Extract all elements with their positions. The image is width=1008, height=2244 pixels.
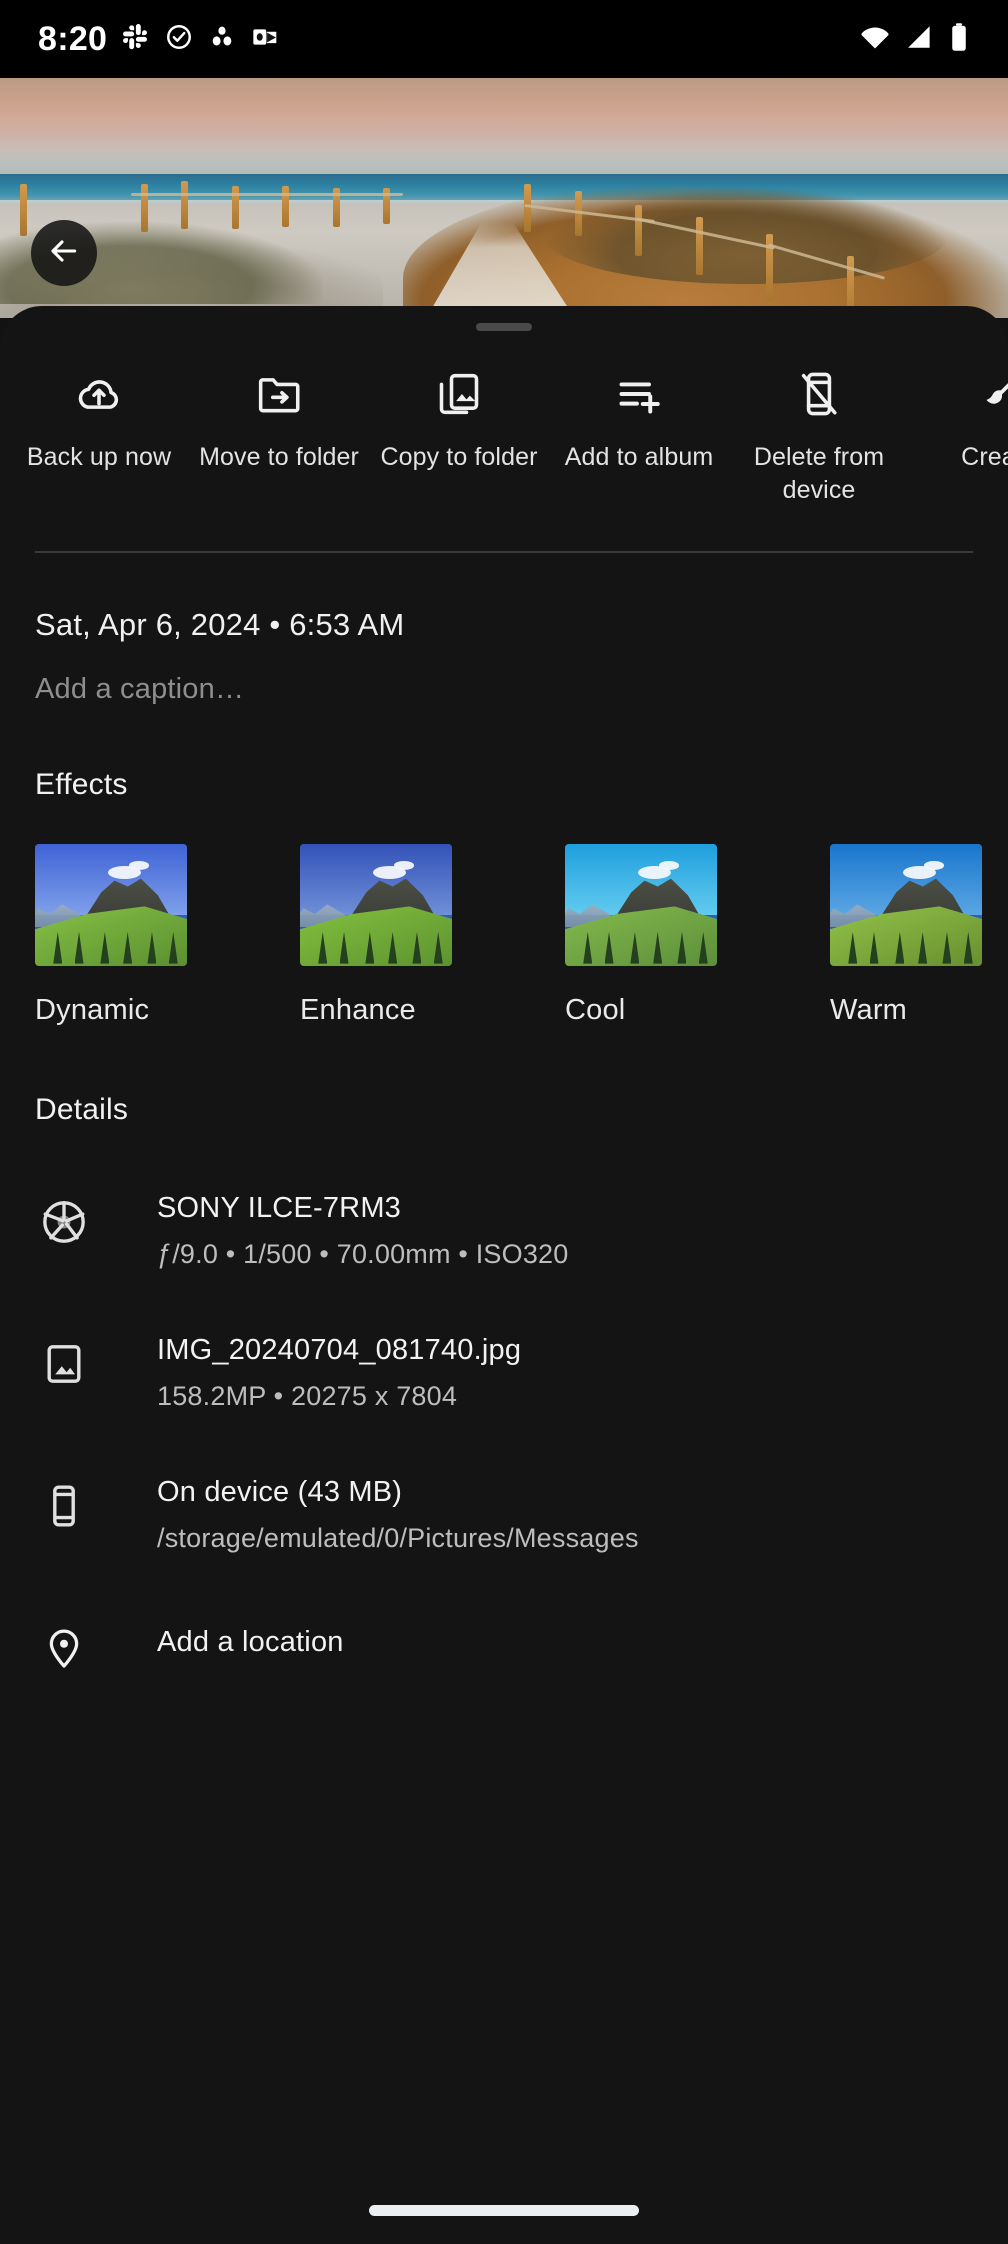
photo-hero[interactable] (0, 78, 1008, 318)
detail-secondary: /storage/emulated/0/Pictures/Messages (157, 1523, 639, 1553)
effect-thumbnail[interactable] (300, 844, 452, 966)
effect-label: Dynamic (35, 994, 150, 1026)
detail-text: On device (43 MB) /storage/emulated/0/Pi… (157, 1473, 639, 1557)
effect-thumbnail[interactable] (830, 844, 982, 966)
action-create[interactable]: Create (909, 367, 1008, 474)
action-label: Move to folder (199, 443, 359, 471)
cloud-upload-icon (74, 367, 124, 421)
image-icon (35, 1335, 93, 1393)
tasks-dots-icon (208, 23, 236, 56)
back-button[interactable] (31, 220, 97, 286)
action-back-up-now[interactable]: Back up now (9, 367, 189, 474)
action-label: Add to album (564, 443, 714, 471)
status-bar-right (860, 22, 970, 57)
status-bar-left: 8:20 (38, 20, 279, 59)
detail-row-file[interactable]: IMG_20240704_081740.jpg 158.2MP • 20275 … (0, 1331, 1008, 1415)
detail-row-location[interactable]: Add a location (0, 1615, 1008, 1677)
magic-brush-icon (974, 367, 1008, 421)
detail-primary: SONY ILCE-7RM3 (157, 1192, 402, 1224)
section-divider (35, 551, 973, 553)
detail-text: Add a location (157, 1623, 344, 1661)
copy-photo-icon (434, 367, 484, 421)
slack-icon (122, 23, 150, 56)
thumb-cloud (659, 861, 679, 870)
action-delete-from-device[interactable]: Delete from device (729, 367, 909, 507)
thumb-cloud (129, 861, 149, 870)
effect-thumbnail[interactable] (35, 844, 187, 966)
action-move-to-folder[interactable]: Move to folder (189, 367, 369, 474)
effect-thumbnail[interactable] (565, 844, 717, 966)
action-label: Back up now (26, 443, 172, 471)
status-bar-clock: 8:20 (38, 19, 108, 58)
cellular-signal-icon (904, 22, 934, 57)
action-label: Copy to folder (380, 443, 538, 471)
photo-details-sheet: Back up now Move to folder Copy to folde… (0, 306, 1008, 2244)
detail-primary: Add a location (157, 1626, 344, 1658)
details-section-title: Details (35, 1093, 129, 1126)
detail-secondary: ƒ/9.0 • 1/500 • 70.00mm • ISO320 (157, 1239, 569, 1269)
home-gesture-bar[interactable] (369, 2204, 639, 2216)
check-circle-icon (165, 23, 193, 56)
app-root: 8:20 Back up now Move to folder Copy to … (0, 0, 1008, 2244)
detail-text: SONY ILCE-7RM3 ƒ/9.0 • 1/500 • 70.00mm •… (157, 1189, 569, 1273)
aperture-icon (35, 1193, 93, 1251)
effect-dynamic[interactable]: Dynamic (35, 844, 300, 1027)
action-label: Delete from device (753, 443, 885, 504)
effect-cool[interactable]: Cool (565, 844, 830, 1027)
system-navigation-bar (0, 2176, 1008, 2244)
photo-date-time: Sat, Apr 6, 2024 • 6:53 AM (35, 607, 405, 642)
action-label: Create (961, 443, 1008, 471)
detail-secondary: 158.2MP • 20275 x 7804 (157, 1381, 458, 1411)
location-pin-icon (35, 1619, 93, 1677)
photo-preview-image (0, 78, 1008, 318)
outlook-icon (251, 23, 279, 56)
sheet-drag-handle[interactable] (476, 323, 532, 331)
phone-icon (35, 1477, 93, 1535)
action-add-to-album[interactable]: Add to album (549, 367, 729, 474)
effects-section-title: Effects (35, 768, 128, 801)
detail-row-camera[interactable]: SONY ILCE-7RM3 ƒ/9.0 • 1/500 • 70.00mm •… (0, 1189, 1008, 1273)
effect-warm[interactable]: Warm (830, 844, 1008, 1027)
hero-vignette (0, 78, 1008, 318)
phone-delete-icon (794, 367, 844, 421)
back-arrow-icon (47, 234, 81, 273)
thumb-cloud (924, 861, 944, 870)
detail-primary: IMG_20240704_081740.jpg (157, 1334, 522, 1366)
detail-row-storage[interactable]: On device (43 MB) /storage/emulated/0/Pi… (0, 1473, 1008, 1557)
detail-text: IMG_20240704_081740.jpg 158.2MP • 20275 … (157, 1331, 521, 1415)
effect-label: Enhance (300, 994, 416, 1026)
playlist-add-icon (614, 367, 664, 421)
effects-carousel[interactable]: Dynamic Enhance Cool Warm (0, 844, 1008, 1027)
effect-enhance[interactable]: Enhance (300, 844, 565, 1027)
wifi-icon (860, 22, 890, 57)
details-list: SONY ILCE-7RM3 ƒ/9.0 • 1/500 • 70.00mm •… (0, 1189, 1008, 1677)
status-bar: 8:20 (0, 0, 1008, 78)
caption-input[interactable]: Add a caption… (35, 673, 1008, 706)
action-copy-to-folder[interactable]: Copy to folder (369, 367, 549, 474)
thumb-cloud (394, 861, 414, 870)
effect-label: Cool (565, 994, 626, 1026)
effect-label: Warm (830, 994, 908, 1026)
folder-move-icon (254, 367, 304, 421)
detail-primary: On device (43 MB) (157, 1476, 403, 1508)
quick-actions-row[interactable]: Back up now Move to folder Copy to folde… (0, 331, 1008, 507)
battery-icon (948, 22, 970, 57)
